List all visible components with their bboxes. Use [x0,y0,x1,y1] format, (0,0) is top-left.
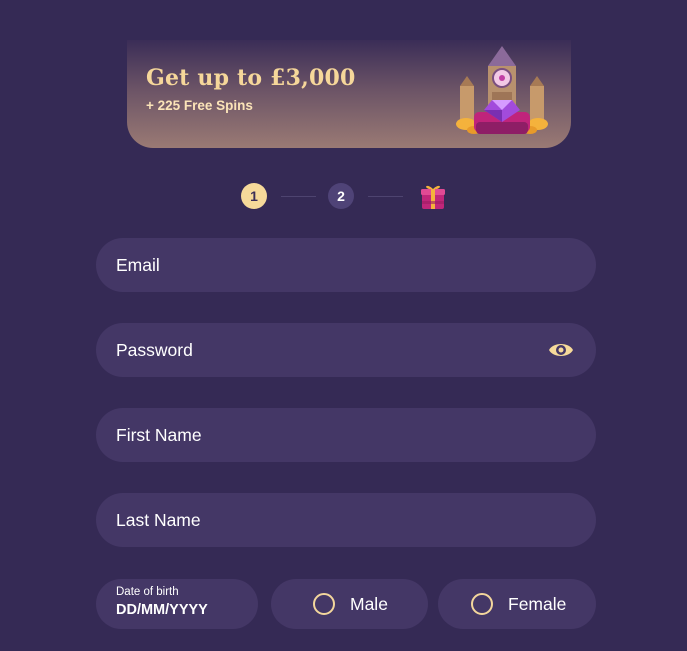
date-of-birth-field[interactable]: Date of birth [96,579,258,629]
male-label: Male [350,593,388,614]
banner-subtitle: + 225 Free Spins [146,98,253,113]
eye-icon[interactable] [548,340,574,360]
step-2-indicator: 2 [328,183,354,209]
banner-title: Get up to £3,000 [146,65,356,91]
last-name-field[interactable] [96,493,596,547]
first-name-field[interactable] [96,408,596,462]
female-radio[interactable] [471,593,493,615]
last-name-input[interactable] [116,509,516,531]
first-name-input[interactable] [116,424,516,446]
password-field[interactable] [96,323,596,377]
step-connector [281,196,316,197]
gender-female-option[interactable]: Female [438,579,596,629]
step-1-indicator: 1 [241,183,267,209]
date-of-birth-input[interactable] [116,602,246,618]
big-ben-jewel-icon [456,46,548,134]
promo-banner: Get up to £3,000 + 225 Free Spins [127,40,571,148]
step-connector [368,196,403,197]
gender-male-option[interactable]: Male [271,579,428,629]
male-radio[interactable] [313,593,335,615]
email-field[interactable] [96,238,596,292]
gift-icon [421,185,445,209]
female-label: Female [508,593,567,614]
date-of-birth-label: Date of birth [116,586,179,598]
email-input[interactable] [116,254,516,276]
password-input[interactable] [116,339,516,361]
